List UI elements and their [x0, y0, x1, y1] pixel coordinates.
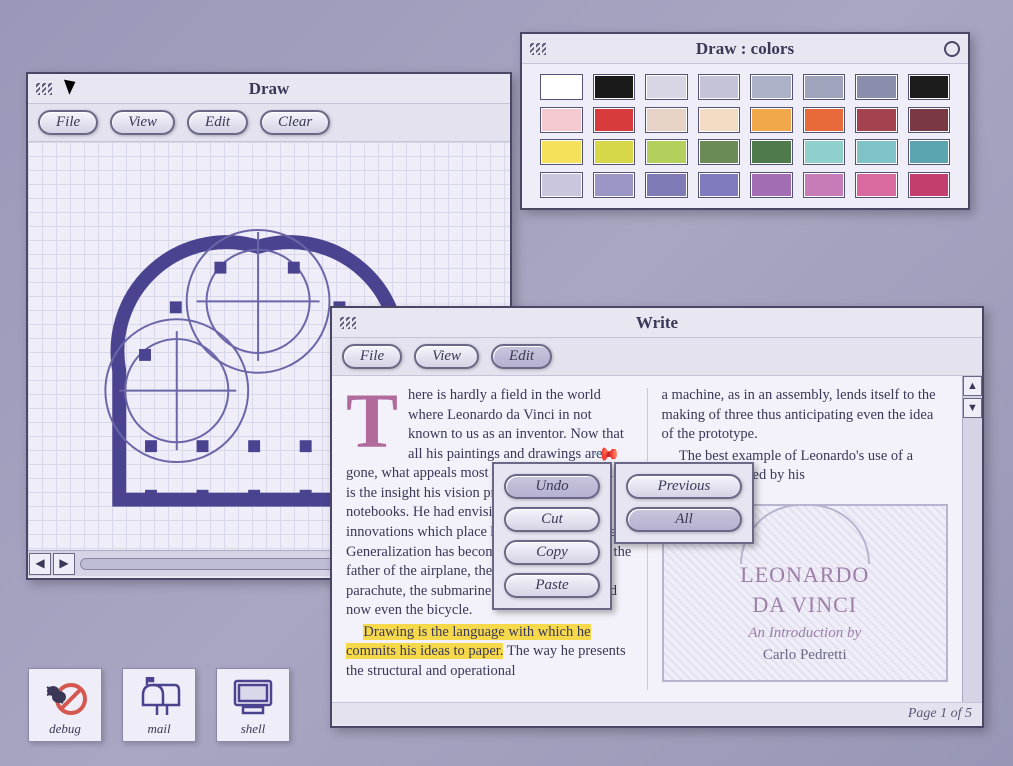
book-subtitle: An Introduction by	[674, 623, 937, 643]
color-swatch[interactable]	[855, 139, 898, 165]
color-swatch[interactable]	[908, 139, 951, 165]
window-write[interactable]: Write File View Edit T here is hardly a …	[330, 306, 984, 728]
resize-handle[interactable]	[960, 200, 970, 210]
scroll-right-icon[interactable]: ▶	[53, 553, 75, 575]
color-swatch[interactable]	[855, 74, 898, 100]
book-author: Carlo Pedretti	[674, 645, 937, 665]
vertical-scrollbar[interactable]: ▲ ▼	[962, 376, 982, 702]
color-swatch[interactable]	[540, 74, 583, 100]
bug-no-icon	[33, 675, 97, 719]
color-swatch[interactable]	[750, 107, 793, 133]
toolbar-write: File View Edit	[332, 338, 982, 376]
copy-menu-item[interactable]: Copy	[504, 540, 600, 565]
paragraph[interactable]: Drawing is the language with which he co…	[346, 623, 633, 682]
color-swatch[interactable]	[908, 107, 951, 133]
color-swatch[interactable]	[803, 107, 846, 133]
color-swatch[interactable]	[593, 74, 636, 100]
paste-menu-item[interactable]: Paste	[504, 573, 600, 598]
color-swatch[interactable]	[750, 172, 793, 198]
file-button[interactable]: File	[38, 110, 98, 135]
edit-button[interactable]: Edit	[187, 110, 248, 135]
document-body: T here is hardly a field in the world wh…	[332, 376, 982, 702]
window-control-icon[interactable]	[944, 41, 960, 57]
color-swatch[interactable]	[698, 74, 741, 100]
color-swatch[interactable]	[908, 74, 951, 100]
color-swatch[interactable]	[645, 107, 688, 133]
toolbar-draw: File View Edit Clear	[28, 104, 510, 142]
desktop-icons: debug mail	[28, 668, 290, 742]
color-swatch[interactable]	[645, 139, 688, 165]
color-swatch[interactable]	[855, 172, 898, 198]
undo-submenu: Previous All	[614, 462, 754, 544]
dropcap: T	[346, 386, 408, 452]
window-corner	[330, 718, 340, 728]
icon-label: mail	[127, 721, 191, 737]
view-button[interactable]: View	[110, 110, 175, 135]
color-swatch[interactable]	[698, 107, 741, 133]
color-swatch[interactable]	[593, 107, 636, 133]
page-indicator: Page 1 of 5	[908, 706, 972, 722]
scroll-up-icon[interactable]: ▲	[963, 376, 982, 396]
mailbox-icon	[127, 675, 191, 719]
color-swatch[interactable]	[803, 139, 846, 165]
color-swatch[interactable]	[540, 172, 583, 198]
color-swatch[interactable]	[908, 172, 951, 198]
color-swatch[interactable]	[750, 139, 793, 165]
color-palette	[522, 64, 968, 208]
color-swatch[interactable]	[593, 172, 636, 198]
window-corner	[26, 570, 36, 580]
edit-button[interactable]: Edit	[491, 344, 552, 369]
window-colors[interactable]: Draw : colors	[520, 32, 970, 210]
edit-menu: Undo Cut Copy Paste	[492, 462, 612, 610]
mail-app-icon[interactable]: mail	[122, 668, 196, 742]
color-swatch[interactable]	[803, 172, 846, 198]
grip-icon	[530, 43, 546, 55]
book-title: DA VINCI	[674, 590, 937, 620]
book-title: LEONARDO	[674, 560, 937, 590]
color-swatch[interactable]	[540, 107, 583, 133]
color-swatch[interactable]	[540, 139, 583, 165]
color-swatch[interactable]	[855, 107, 898, 133]
color-swatch[interactable]	[593, 139, 636, 165]
color-swatch[interactable]	[698, 172, 741, 198]
window-title: Draw : colors	[696, 39, 794, 59]
color-swatch[interactable]	[645, 172, 688, 198]
color-swatch[interactable]	[750, 74, 793, 100]
file-button[interactable]: File	[342, 344, 402, 369]
view-button[interactable]: View	[414, 344, 479, 369]
color-swatch[interactable]	[645, 74, 688, 100]
grip-icon	[340, 317, 356, 329]
color-swatch[interactable]	[803, 74, 846, 100]
resize-handle[interactable]	[974, 718, 984, 728]
icon-label: shell	[221, 721, 285, 737]
body-text[interactable]: a machine, as in an assembly, lends itse…	[662, 386, 949, 445]
clear-button[interactable]: Clear	[260, 110, 330, 135]
arch-decoration	[740, 504, 870, 564]
window-title: Write	[636, 313, 678, 333]
scroll-down-icon[interactable]: ▼	[963, 398, 982, 418]
terminal-icon	[221, 675, 285, 719]
titlebar-write[interactable]: Write	[332, 308, 982, 338]
status-bar: Page 1 of 5	[332, 702, 982, 724]
titlebar-draw[interactable]: Draw	[28, 74, 510, 104]
debug-app-icon[interactable]: debug	[28, 668, 102, 742]
titlebar-colors[interactable]: Draw : colors	[522, 34, 968, 64]
grip-icon	[36, 83, 52, 95]
previous-menu-item[interactable]: Previous	[626, 474, 742, 499]
shell-app-icon[interactable]: shell	[216, 668, 290, 742]
undo-menu-item[interactable]: Undo	[504, 474, 600, 499]
window-title: Draw	[249, 79, 290, 99]
cut-menu-item[interactable]: Cut	[504, 507, 600, 532]
window-corner	[520, 200, 530, 210]
all-menu-item[interactable]: All	[626, 507, 742, 532]
color-swatch[interactable]	[698, 139, 741, 165]
icon-label: debug	[33, 721, 97, 737]
